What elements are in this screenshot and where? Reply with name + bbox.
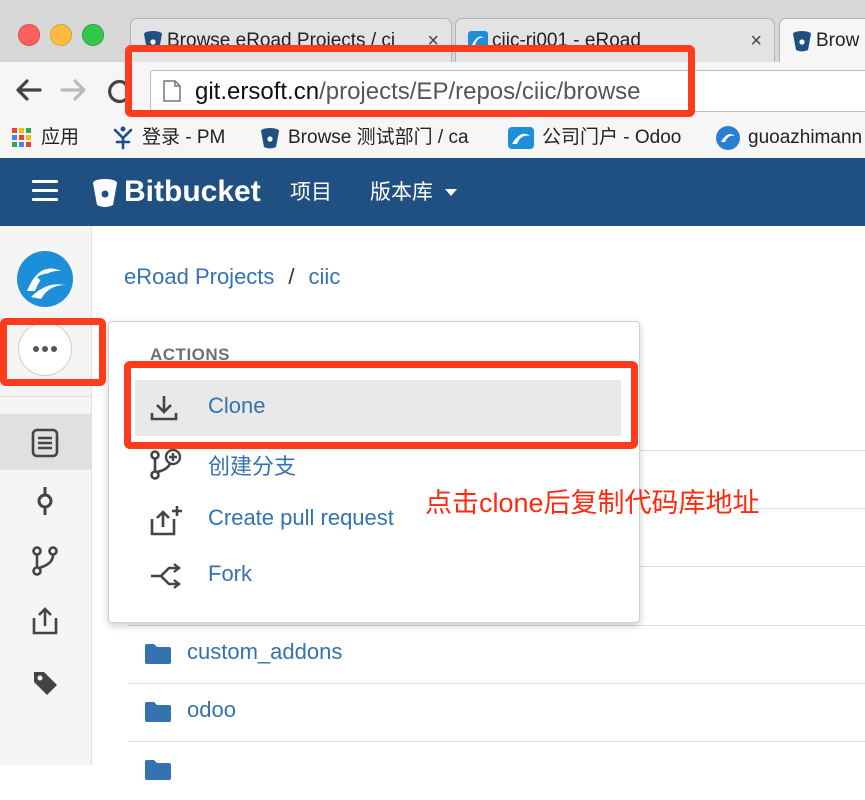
nav-repositories[interactable]: 版本库 — [370, 179, 457, 207]
tab-title: Brow — [816, 30, 860, 51]
create-branch-label: 创建分支 — [208, 454, 297, 479]
share-upload-icon — [32, 607, 58, 635]
back-arrow-icon[interactable] — [14, 78, 42, 102]
bookmark-guoazhimann[interactable]: guoazhimann — [716, 124, 862, 152]
commit-icon — [37, 487, 53, 515]
page-icon — [163, 80, 181, 102]
fork-icon — [151, 563, 181, 589]
eroad-icon — [468, 31, 488, 51]
forward-arrow-icon[interactable] — [60, 78, 88, 102]
bookmark-label: Browse 测试部门 / ca — [288, 127, 469, 148]
source-file-icon — [31, 428, 59, 458]
create-pull-request-label: Create pull request — [208, 505, 394, 530]
bookmark-label: 公司门户 - Odoo — [542, 127, 682, 148]
nav-projects[interactable]: 项目 — [290, 179, 332, 207]
window-minimize-button[interactable] — [50, 24, 72, 46]
branch-icon — [32, 546, 58, 576]
reload-icon[interactable] — [106, 78, 134, 104]
ellipsis-icon — [33, 346, 57, 352]
folder-icon — [145, 760, 171, 780]
more-actions-button[interactable] — [18, 322, 72, 376]
eroad-logo-icon — [27, 268, 65, 299]
actions-dropdown: ACTIONS Clone 创建分支 Create pull request F… — [108, 321, 640, 623]
url-path: /projects/EP/repos/ciic/browse — [319, 78, 641, 105]
bitbucket-icon — [793, 31, 811, 52]
table-divider — [620, 450, 865, 451]
sidebar-item-tags[interactable] — [0, 654, 91, 710]
fork-menu-item[interactable]: Fork — [135, 548, 621, 604]
breadcrumb-repo-link[interactable]: ciic — [309, 264, 341, 289]
file-name-link[interactable]: odoo — [187, 697, 236, 723]
sidebar-divider — [0, 396, 91, 397]
repo-sidebar — [0, 226, 92, 765]
table-row[interactable]: odoo — [128, 683, 865, 742]
download-icon — [150, 396, 178, 421]
clone-label: Clone — [208, 393, 266, 418]
bookmark-label: guoazhimann — [748, 127, 863, 148]
annotation-note: 点击clone后复制代码库地址 — [425, 488, 760, 518]
fork-label: Fork — [208, 561, 252, 586]
bookmark-label: 登录 - PM — [142, 127, 226, 148]
breadcrumb-separator: / — [288, 264, 295, 289]
bookmark-pm[interactable]: 登录 - PM — [112, 124, 225, 152]
table-row[interactable]: custom_addons — [128, 625, 865, 684]
bookmark-odoo-portal[interactable]: 公司门户 - Odoo — [508, 124, 681, 152]
browser-tab-bar: Browse eRoad Projects / ci × ciic-ri001 … — [0, 0, 865, 62]
nav-repositories-label: 版本库 — [370, 181, 433, 204]
browser-tab-1[interactable]: Browse eRoad Projects / ci × — [130, 18, 452, 62]
sidebar-item-branches[interactable] — [0, 532, 91, 588]
apps-grid-icon — [12, 128, 31, 148]
eroad-icon — [508, 126, 534, 149]
url-text: git.ersoft.cn/projects/EP/repos/ciic/bro… — [195, 78, 641, 106]
project-avatar[interactable] — [17, 251, 73, 307]
bitbucket-header: Bitbucket 项目 版本库 — [0, 158, 865, 226]
bookmark-browse-test[interactable]: Browse 测试部门 / ca — [260, 124, 469, 152]
bitbucket-icon — [261, 127, 279, 149]
breadcrumb-project-link[interactable]: eRoad Projects — [124, 264, 274, 289]
folder-icon — [145, 702, 171, 722]
tag-icon — [34, 672, 57, 695]
actions-heading: ACTIONS — [150, 345, 230, 364]
pull-request-icon — [150, 506, 182, 536]
folder-icon — [145, 644, 171, 664]
bitbucket-logo[interactable]: Bitbucket — [92, 175, 261, 209]
tab-close-button[interactable]: × — [750, 19, 762, 62]
bitbucket-logo-icon — [93, 179, 117, 208]
sidebar-item-pull-requests[interactable] — [0, 592, 91, 648]
tab-title: Browse eRoad Projects / ci — [167, 30, 396, 51]
bookmark-label: 应用 — [41, 127, 80, 148]
odoo-icon — [716, 125, 740, 150]
browser-tab-2[interactable]: ciic-ri001 - eRoad × — [455, 18, 775, 62]
browser-toolbar: git.ersoft.cn/projects/EP/repos/ciic/bro… — [0, 62, 865, 119]
chevron-down-icon — [444, 189, 457, 197]
table-row[interactable] — [128, 741, 865, 800]
file-name-link[interactable]: custom_addons — [187, 639, 342, 665]
browser-tab-3[interactable]: Brow — [779, 18, 865, 62]
window-zoom-button[interactable] — [82, 24, 104, 46]
hamburger-menu-icon[interactable] — [32, 180, 58, 207]
bookmark-apps[interactable]: 应用 — [12, 124, 79, 152]
bookmarks-bar: 应用 登录 - PM Browse 测试部门 / ca 公司门户 - Odoo … — [0, 118, 865, 159]
tab-close-button[interactable]: × — [427, 19, 439, 62]
bitbucket-icon — [144, 31, 162, 52]
table-divider — [620, 566, 865, 567]
sidebar-item-commits[interactable] — [0, 472, 91, 528]
breadcrumb: eRoad Projects / ciic — [124, 264, 340, 290]
pm-icon — [113, 126, 133, 150]
clone-menu-item[interactable]: Clone — [135, 380, 621, 436]
sidebar-item-source[interactable] — [0, 414, 91, 470]
logo-text: Bitbucket — [124, 175, 261, 208]
window-close-button[interactable] — [18, 24, 40, 46]
address-bar[interactable]: git.ersoft.cn/projects/EP/repos/ciic/bro… — [150, 70, 865, 112]
url-host: git.ersoft.cn — [195, 78, 320, 105]
tab-title: ciic-ri001 - eRoad — [492, 30, 641, 51]
branch-add-icon — [150, 449, 182, 480]
